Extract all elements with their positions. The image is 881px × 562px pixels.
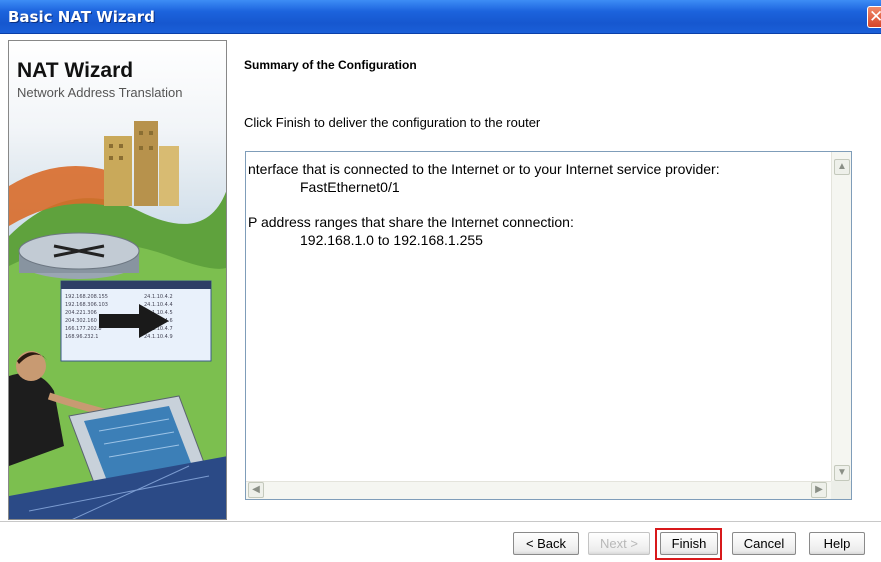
svg-text:24.1.10.4.4: 24.1.10.4.4 <box>144 302 173 308</box>
cancel-button[interactable]: Cancel <box>732 532 796 555</box>
scroll-left-icon[interactable]: ◀ <box>248 482 264 498</box>
summary-text: nterface that is connected to the Intern… <box>246 152 829 481</box>
address-range-label: P address ranges that share the Internet… <box>248 214 574 230</box>
vertical-scrollbar[interactable]: ▲ ▼ <box>831 152 851 481</box>
next-button: Next > <box>588 532 650 555</box>
svg-text:168.96.232.1: 168.96.232.1 <box>65 334 98 340</box>
help-button[interactable]: Help <box>809 532 865 555</box>
close-button[interactable]: ✕ <box>867 6 881 28</box>
wizard-subtitle: Network Address Translation <box>17 85 183 100</box>
title-bar: Basic NAT Wizard ✕ <box>0 0 881 34</box>
scroll-up-icon[interactable]: ▲ <box>834 159 850 175</box>
footer-divider <box>0 521 881 522</box>
finish-highlight-box <box>655 528 722 560</box>
interface-label: nterface that is connected to the Intern… <box>248 161 720 177</box>
back-button[interactable]: < Back <box>513 532 579 555</box>
interface-value: FastEthernet0/1 <box>300 179 400 195</box>
svg-text:24.1.10.4.2: 24.1.10.4.2 <box>144 294 173 300</box>
wizard-side-panel: NAT Wizard Network Address Translation 1… <box>8 40 227 520</box>
window-title: Basic NAT Wizard <box>8 8 155 26</box>
horizontal-scrollbar[interactable]: ◀ ▶ <box>246 481 851 499</box>
svg-text:166.177.202.8: 166.177.202.8 <box>65 326 102 332</box>
svg-text:192.168.208.155: 192.168.208.155 <box>65 294 108 300</box>
svg-text:204.221.306: 204.221.306 <box>65 310 97 316</box>
close-icon: ✕ <box>869 7 881 27</box>
instruction-text: Click Finish to deliver the configuratio… <box>244 115 541 130</box>
wizard-title: NAT Wizard <box>17 59 134 82</box>
address-range-value: 192.168.1.0 to 192.168.1.255 <box>300 232 483 248</box>
nat-illustration: 192.168.208.155 24.1.10.4.2 192.168.306.1… <box>9 121 226 519</box>
scrollbar-corner <box>831 481 851 499</box>
page-heading: Summary of the Configuration <box>244 58 417 72</box>
scroll-down-icon[interactable]: ▼ <box>834 465 850 481</box>
summary-textbox[interactable]: nterface that is connected to the Intern… <box>245 151 852 500</box>
svg-text:24.1.10.4.9: 24.1.10.4.9 <box>144 334 173 340</box>
scroll-right-icon[interactable]: ▶ <box>811 482 827 498</box>
svg-text:192.168.306.103: 192.168.306.103 <box>65 302 108 308</box>
svg-text:204.302.160: 204.302.160 <box>65 318 97 324</box>
